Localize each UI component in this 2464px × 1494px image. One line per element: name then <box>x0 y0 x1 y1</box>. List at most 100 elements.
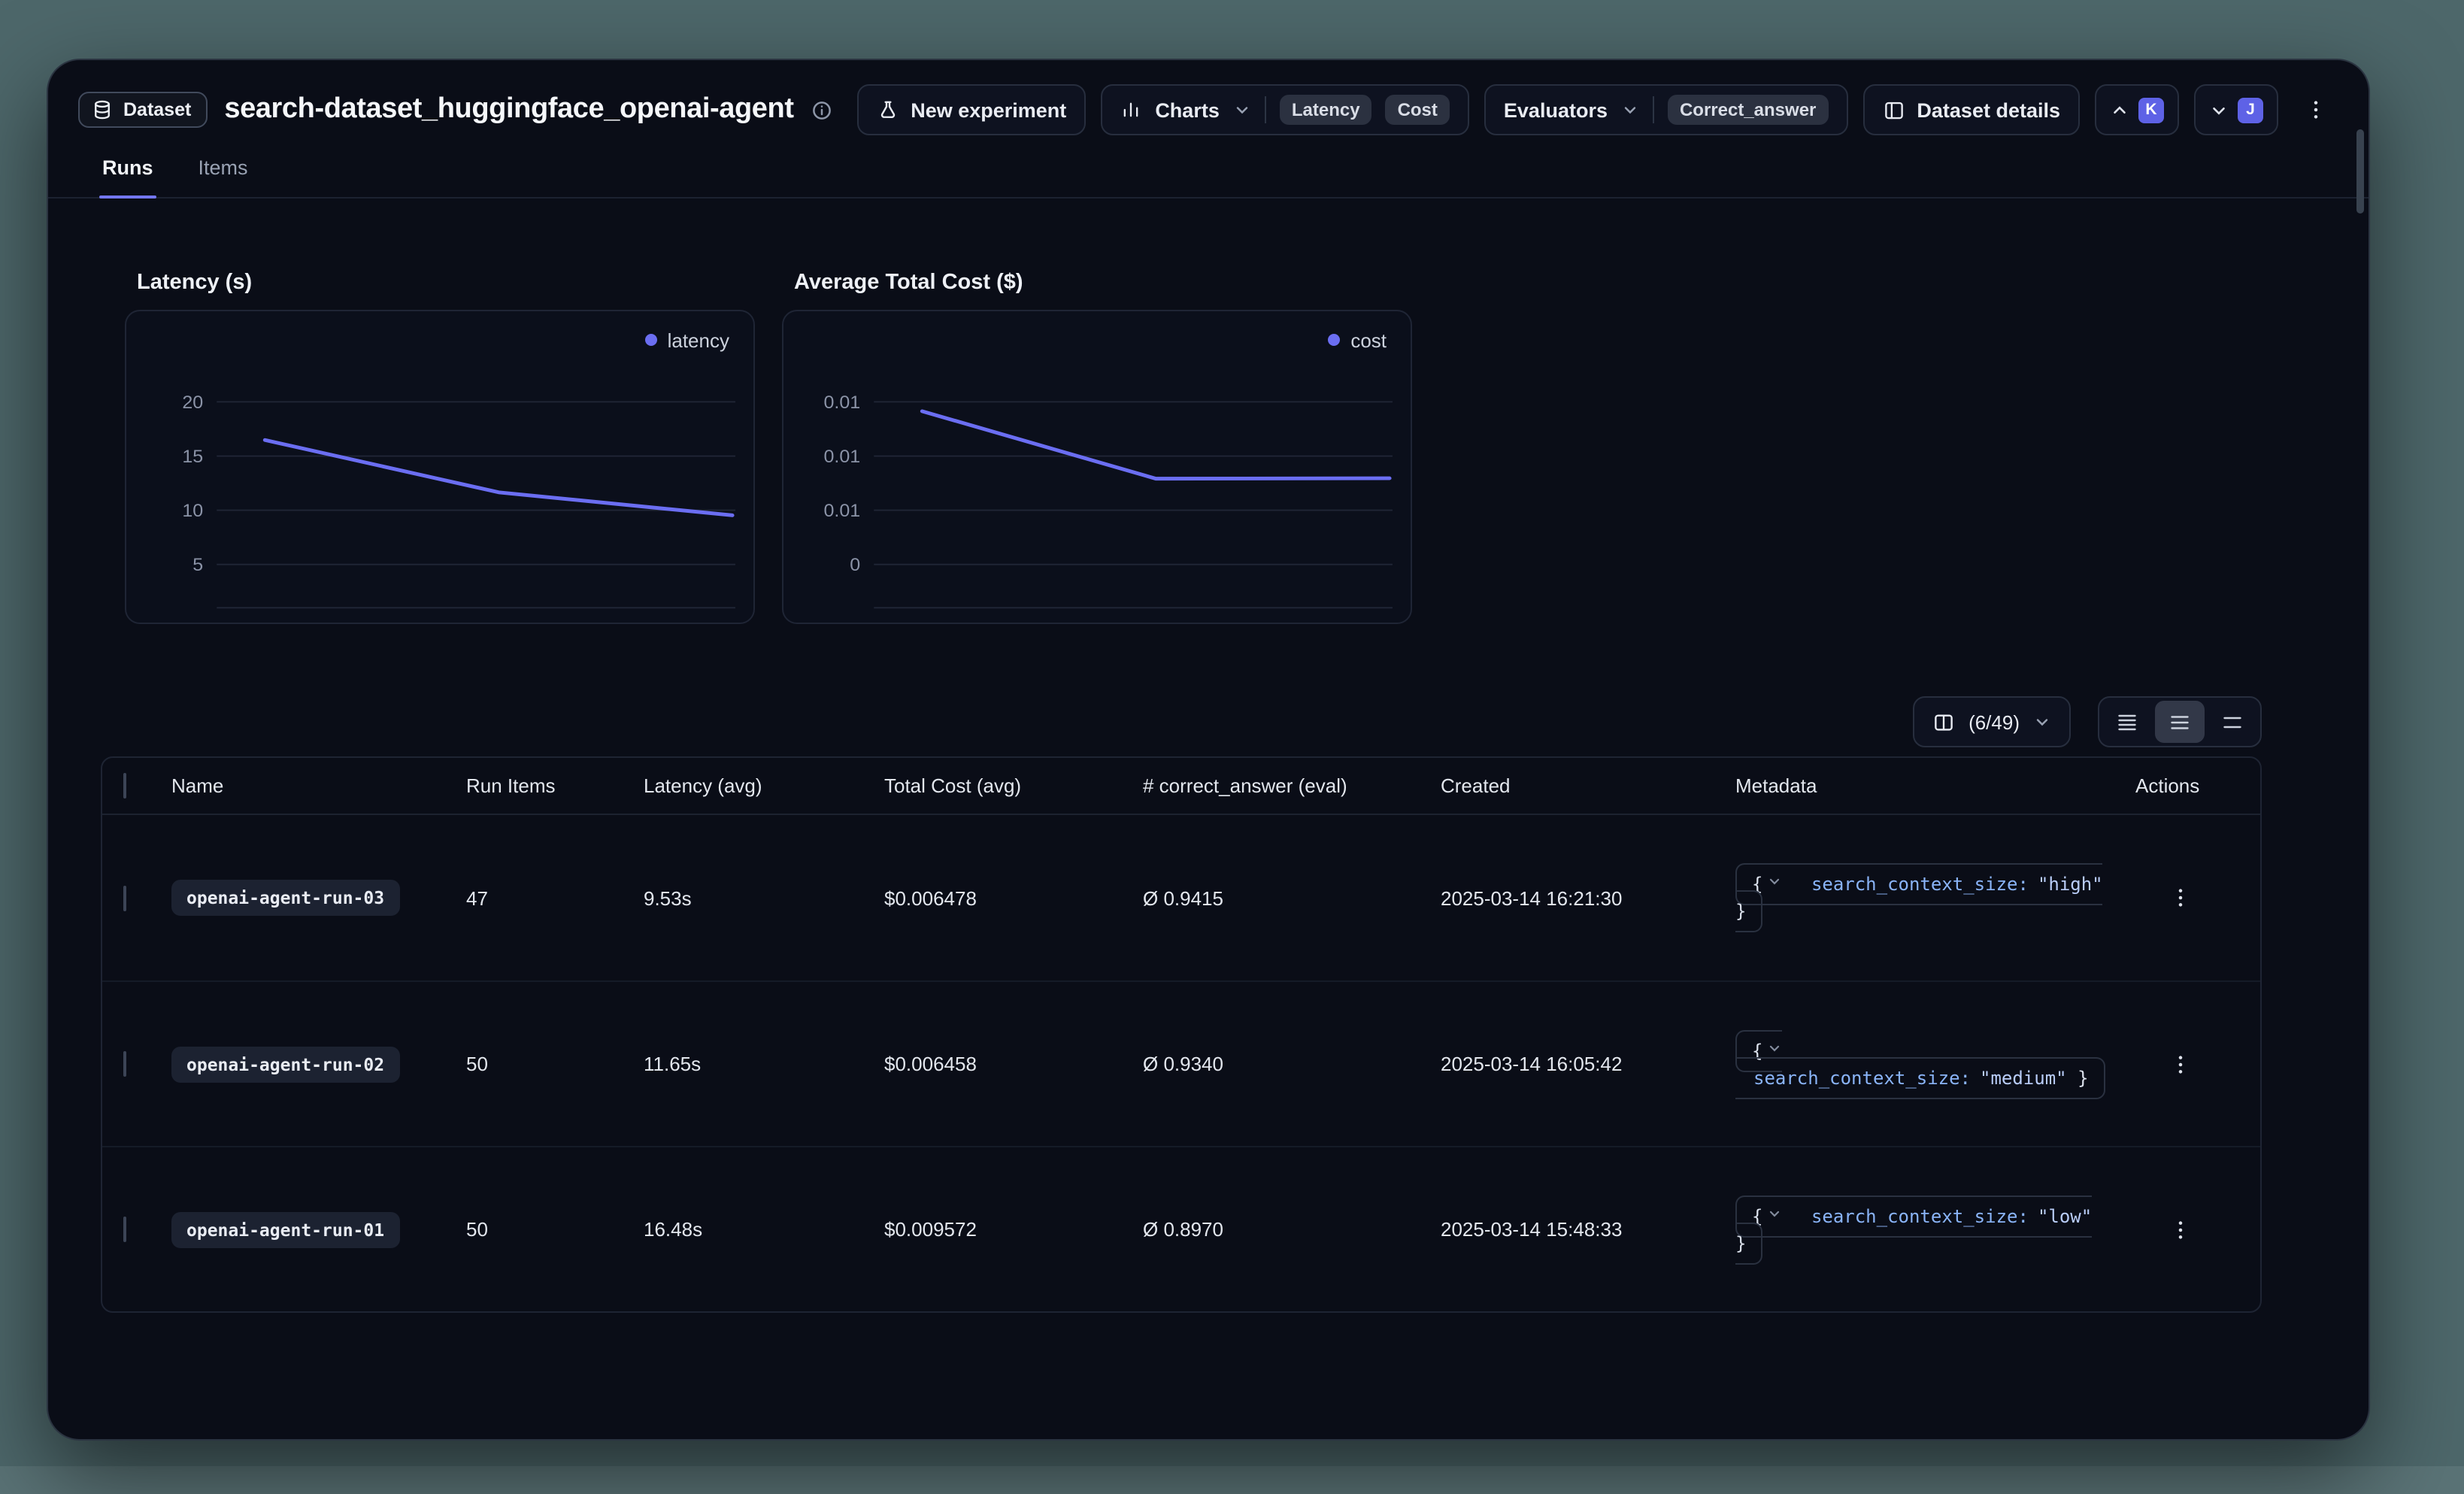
table-toolbar: (6/49) <box>101 696 2262 747</box>
run-name-badge[interactable]: openai-agent-run-02 <box>171 1046 399 1082</box>
runs-table: Name Run Items Latency (avg) Total Cost … <box>101 756 2262 1313</box>
page-title: search-dataset_huggingface_openai-agent <box>224 93 793 126</box>
row-actions-button[interactable] <box>2169 886 2193 910</box>
row-actions-button[interactable] <box>2169 1217 2193 1241</box>
latency-avg-value: 11.65s <box>644 1053 884 1075</box>
metadata-key: search_context_size: <box>1811 1205 2029 1226</box>
collapse-chevron-icon[interactable] <box>1767 1205 1782 1220</box>
table-body: openai-agent-run-03 47 9.53s $0.006478 Ø… <box>102 815 2260 1311</box>
run-items-value: 47 <box>466 886 644 909</box>
rows-medium-icon <box>2169 711 2191 733</box>
chart-chip-latency[interactable]: Latency <box>1280 95 1372 125</box>
metadata-json-box: { search_context_size:"high" } <box>1735 863 2103 932</box>
latency-line-chart: 2015105 <box>138 356 741 612</box>
table-row: openai-agent-run-02 50 11.65s $0.006458 … <box>102 980 2260 1146</box>
latency-avg-value: 16.48s <box>644 1218 884 1241</box>
svg-text:0.01: 0.01 <box>823 502 860 521</box>
row-actions-button[interactable] <box>2169 1052 2193 1076</box>
select-all-checkbox[interactable] <box>123 773 126 799</box>
new-experiment-button[interactable]: New experiment <box>856 84 1086 135</box>
chart-chip-cost[interactable]: Cost <box>1386 95 1450 125</box>
chevron-down-icon[interactable] <box>1233 101 1251 119</box>
svg-text:0: 0 <box>850 556 860 575</box>
column-header-latency: Latency (avg) <box>644 774 884 797</box>
svg-text:10: 10 <box>182 502 203 521</box>
nav-previous-button[interactable]: K <box>2095 84 2179 135</box>
svg-text:15: 15 <box>182 447 203 467</box>
row-checkbox[interactable] <box>123 1051 126 1077</box>
evaluators-dropdown[interactable]: Evaluators <box>1504 98 1608 121</box>
metadata-key: search_context_size: <box>1753 1067 1971 1088</box>
header-more-actions-button[interactable] <box>2293 84 2338 135</box>
columns-icon <box>1932 711 1955 733</box>
run-items-value: 50 <box>466 1218 644 1241</box>
legend-label: cost <box>1350 329 1387 351</box>
legend-dot <box>645 334 657 346</box>
correct-answer-eval-value: Ø 0.8970 <box>1143 1218 1441 1241</box>
nav-next-button[interactable]: J <box>2194 84 2278 135</box>
latency-avg-value: 9.53s <box>644 886 884 909</box>
total-cost-avg-value: $0.006458 <box>884 1053 1143 1075</box>
cost-line-chart: 0.010.010.010 <box>796 356 1399 612</box>
tab-items[interactable]: Items <box>199 150 248 197</box>
table-row: openai-agent-run-01 50 16.48s $0.009572 … <box>102 1146 2260 1311</box>
metadata-key: search_context_size: <box>1811 874 2029 895</box>
row-height-compact-button[interactable] <box>2102 701 2152 743</box>
row-checkbox[interactable] <box>123 1217 126 1242</box>
table-row: openai-agent-run-03 47 9.53s $0.006478 Ø… <box>102 815 2260 980</box>
charts-dropdown[interactable]: Charts <box>1155 98 1220 121</box>
created-value: 2025-03-14 15:48:33 <box>1441 1218 1735 1241</box>
chevron-down-icon[interactable] <box>1621 101 1639 119</box>
header-left: Dataset search-dataset_huggingface_opena… <box>78 92 833 128</box>
charts-control-group: Charts Latency Cost <box>1101 84 1469 135</box>
chart-legend[interactable]: cost <box>796 323 1399 356</box>
created-value: 2025-03-14 16:21:30 <box>1441 886 1735 909</box>
chevron-down-icon <box>2033 713 2051 731</box>
panel-icon <box>1882 98 1905 121</box>
keyboard-shortcut-badge: K <box>2138 97 2164 123</box>
svg-text:0.01: 0.01 <box>823 447 860 467</box>
column-header-correct-answer: # correct_answer (eval) <box>1143 774 1441 797</box>
run-name-badge[interactable]: openai-agent-run-03 <box>171 880 399 916</box>
kebab-menu-icon <box>2169 886 2193 910</box>
run-items-value: 50 <box>466 1053 644 1075</box>
chevron-up-icon <box>2110 100 2129 120</box>
dataset-details-button[interactable]: Dataset details <box>1862 84 2080 135</box>
dataset-badge-label: Dataset <box>123 99 191 120</box>
cost-chart-card: cost 0.010.010.010 <box>782 310 1412 624</box>
total-cost-avg-value: $0.009572 <box>884 1218 1143 1241</box>
row-checkbox[interactable] <box>123 885 126 911</box>
cost-chart-block: Average Total Cost ($) cost 0.010.010.01… <box>782 271 1412 624</box>
created-value: 2025-03-14 16:05:42 <box>1441 1053 1735 1075</box>
header-actions: New experiment Charts Latency Cost <box>856 84 2338 135</box>
column-selector-button[interactable]: (6/49) <box>1913 696 2071 747</box>
charts-section: Latency (s) latency 2015105 Average Tota… <box>125 271 2369 624</box>
svg-text:5: 5 <box>192 556 203 575</box>
metadata-value: "medium" <box>1980 1067 2067 1088</box>
correct-answer-eval-value: Ø 0.9340 <box>1143 1053 1441 1075</box>
chevron-down-icon <box>2209 100 2229 120</box>
column-header-created: Created <box>1441 774 1735 797</box>
collapse-chevron-icon[interactable] <box>1767 1040 1782 1055</box>
column-header-total-cost: Total Cost (avg) <box>884 774 1143 797</box>
rows-tall-icon <box>2221 711 2244 733</box>
chart-legend[interactable]: latency <box>138 323 741 356</box>
table-header-row: Name Run Items Latency (avg) Total Cost … <box>102 758 2260 815</box>
column-header-actions: Actions <box>2135 774 2260 797</box>
rows-dense-icon <box>2116 711 2138 733</box>
header: Dataset search-dataset_huggingface_opena… <box>78 78 2338 141</box>
desktop-edge <box>0 1466 2464 1494</box>
run-name-badge[interactable]: openai-agent-run-01 <box>171 1211 399 1247</box>
info-icon[interactable] <box>811 98 833 121</box>
evaluator-chip-correct-answer[interactable]: Correct_answer <box>1668 95 1828 125</box>
row-height-tall-button[interactable] <box>2208 701 2257 743</box>
collapse-chevron-icon[interactable] <box>1767 874 1782 889</box>
divider <box>1265 96 1266 123</box>
tab-runs[interactable]: Runs <box>102 150 153 197</box>
divider <box>1653 96 1654 123</box>
metadata-json-box: { search_context_size:"low" } <box>1735 1195 2092 1264</box>
row-height-medium-button[interactable] <box>2155 701 2205 743</box>
keyboard-shortcut-badge: J <box>2238 97 2263 123</box>
kebab-menu-icon <box>2304 98 2328 122</box>
scrollbar-thumb[interactable] <box>2356 129 2364 214</box>
